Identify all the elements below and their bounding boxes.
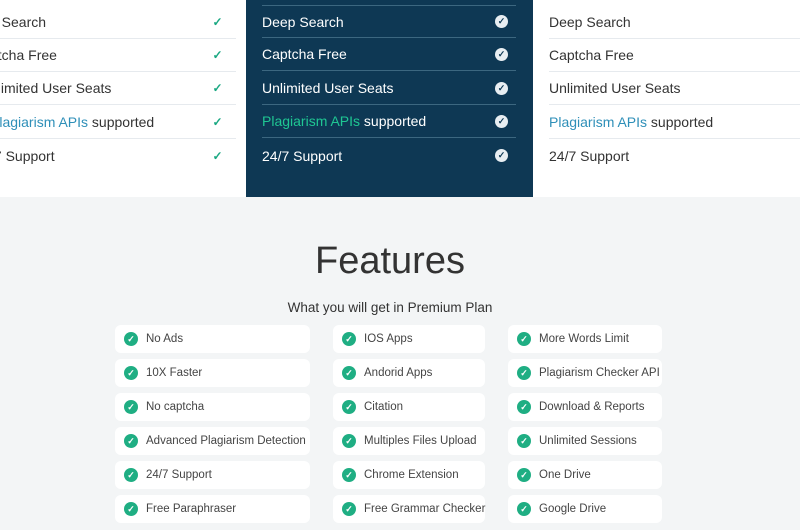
plan-mid-item: Plagiarism APIs supported ✓ [262,105,516,138]
plan-card-right: Deep Search✓ Captcha Free✓ Unlimited Use… [533,0,800,197]
check-circle-icon: ✓ [517,400,531,414]
feature-item: ✓ Free Grammar Checker [333,495,485,523]
check-icon: ✓ [212,148,223,163]
check-circle-icon: ✓ [124,400,138,414]
check-icon: ✓ [495,15,508,28]
check-circle-icon: ✓ [342,366,356,380]
plan-left-item: nlimited User Seats ✓ [0,72,236,105]
feature-item: ✓ No Ads [115,325,310,353]
plan-right-item: 24/7 Support✓ [549,147,630,164]
features-column-2: ✓ IOS Apps ✓ Andorid Apps ✓ Citation ✓ Multi… [333,325,485,529]
plan-card-left: p Search✓ ptcha Free✓ nlimited User Seat… [0,0,246,197]
feature-item: ✓ Andorid Apps [333,359,485,387]
check-circle-icon: ✓ [342,468,356,482]
features-column-1: ✓ No Ads ✓ 10X Faster ✓ No captcha ✓ Advance… [115,325,310,529]
check-circle-icon: ✓ [342,434,356,448]
feature-item: ✓ Advanced Plagiarism Detection [115,427,310,455]
feature-item: ✓ Google Drive [508,495,662,523]
check-icon: ✓ [495,47,508,61]
plan-mid-item: Captcha Free ✓ [262,38,516,71]
feature-item: ✓ Chrome Extension [333,461,485,489]
check-circle-icon: ✓ [124,366,138,380]
plan-left-item: p Search✓ [0,6,236,39]
check-icon: ✓ [212,15,223,29]
feature-item: ✓ More Words Limit [508,325,662,353]
feature-item: ✓ 10X Faster [115,359,310,387]
check-circle-icon: ✓ [124,332,138,346]
plagiarism-apis-link[interactable]: Plagiarism APIs [0,114,88,130]
plagiarism-apis-link[interactable]: Plagiarism APIs [549,114,647,130]
plan-mid-item: Unlimited User Seats ✓ [262,72,516,105]
plan-left-item: Plagiarism APIs supported✓ [0,106,236,139]
plan-mid-item: 24/7 Support ✓ [262,139,516,172]
check-icon: ✓ [212,81,223,95]
check-icon: ✓ [212,115,223,129]
feature-item: ✓ Citation [333,393,485,421]
plan-left-item: /7 Support✓ [0,147,223,164]
feature-item: ✓ No captcha [115,393,310,421]
check-icon: ✓ [495,149,508,162]
check-icon: ✓ [212,48,223,62]
plan-right-item: Unlimited User Seats✓ [549,72,800,105]
features-subtitle: What you will get in Premium Plan [287,300,493,315]
check-circle-icon: ✓ [124,502,138,516]
feature-item: ✓ IOS Apps [333,325,485,353]
feature-item: ✓ Plagiarism Checker API [508,359,662,387]
check-circle-icon: ✓ [124,434,138,448]
check-circle-icon: ✓ [517,366,531,380]
plan-card-featured: Deep Search ✓ Captcha Free ✓ Unlimited Use… [246,0,533,197]
check-icon: ✓ [495,81,508,95]
feature-item: ✓ Download & Reports [508,393,662,421]
check-circle-icon: ✓ [342,400,356,414]
check-circle-icon: ✓ [517,468,531,482]
plan-right-item: Deep Search✓ [549,6,800,39]
plan-right-item: Plagiarism APIs supported✓ [549,106,800,139]
pricing-plans: p Search✓ ptcha Free✓ nlimited User Seat… [0,0,800,197]
features-column-3: ✓ More Words Limit ✓ Plagiarism Checker AP… [508,325,662,529]
plan-mid-item: Deep Search ✓ [262,5,516,38]
features-heading: Features [315,240,465,282]
feature-item: ✓ 24/7 Support [115,461,310,489]
check-circle-icon: ✓ [124,468,138,482]
plan-right-item: Captcha Free✓ [549,39,800,72]
feature-item: ✓ One Drive [508,461,662,489]
plan-left-item: ptcha Free✓ [0,39,236,72]
check-circle-icon: ✓ [342,332,356,346]
check-icon: ✓ [495,114,508,128]
check-circle-icon: ✓ [342,502,356,516]
check-circle-icon: ✓ [517,332,531,346]
check-circle-icon: ✓ [517,502,531,516]
feature-item: ✓ Unlimited Sessions [508,427,662,455]
feature-item: ✓ Multiples Files Upload [333,427,485,455]
feature-item: ✓ Free Paraphraser [115,495,310,523]
check-circle-icon: ✓ [517,434,531,448]
plagiarism-apis-link[interactable]: Plagiarism APIs [262,113,360,129]
